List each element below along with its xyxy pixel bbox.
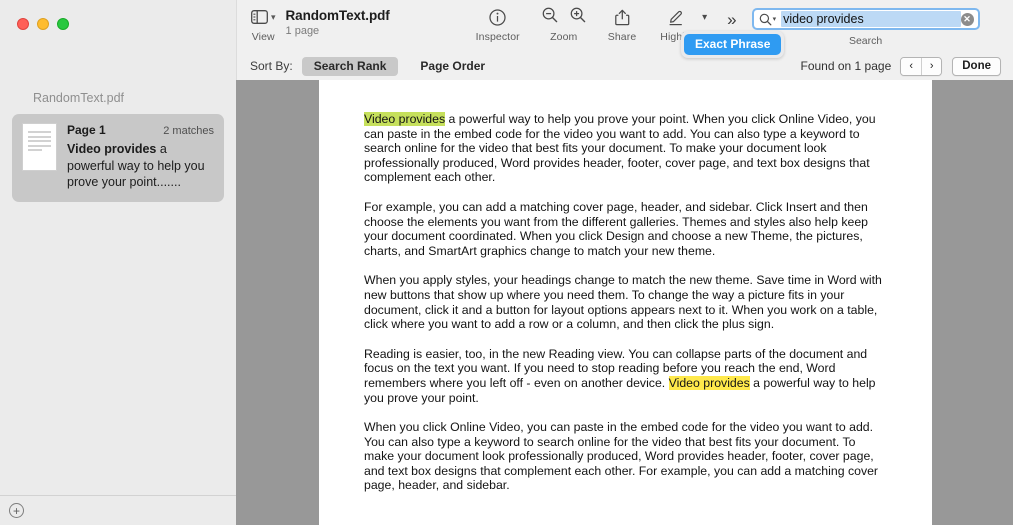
page-count: 1 page [285, 25, 320, 37]
result-snippet: Video provides a powerful way to help yo… [67, 141, 214, 191]
sidebar-icon: ▾ [251, 7, 276, 27]
window-toolbar: ▾ View RandomText.pdf 1 page Inspector Z… [0, 0, 1013, 58]
toolbar-items: ▾ View RandomText.pdf 1 page Inspector Z… [236, 0, 1013, 52]
magnifier-plus-icon[interactable] [570, 7, 586, 28]
sort-by-label: Sort By: [250, 59, 293, 73]
result-page-label: Page 1 [67, 123, 106, 137]
view-label: View [251, 31, 275, 43]
share-box-arrow-up-icon [614, 7, 630, 27]
magnifier-minus-icon[interactable] [542, 7, 558, 28]
document-paragraph: When you click Online Video, you can pas… [364, 420, 888, 493]
plus-circle-icon[interactable]: + [9, 503, 24, 518]
search-query-text: video provides [781, 11, 961, 27]
preview-window: ▾ View RandomText.pdf 1 page Inspector Z… [0, 0, 1013, 525]
magnifier-with-chevron-icon[interactable]: ▾ [759, 13, 776, 26]
previous-match-button[interactable]: ‹ [901, 57, 922, 75]
page-thumbnail-icon [22, 123, 57, 171]
highlight-chevron-down-icon[interactable]: ▾ [702, 0, 707, 23]
zoom-label: Zoom [550, 31, 578, 43]
inspector-label: Inspector [475, 31, 520, 43]
search-area: ▾ video provides ✕ Search [751, 0, 980, 47]
view-button[interactable]: ▾ View [251, 0, 276, 43]
page-title: RandomText.pdf [285, 8, 390, 23]
clear-circle-icon[interactable]: ✕ [960, 12, 974, 26]
result-snippet-bold: Video provides [67, 142, 157, 156]
sort-option-page-order[interactable]: Page Order [408, 57, 497, 76]
share-button[interactable]: Share [608, 0, 637, 43]
paragraph-text: When you apply styles, your headings cha… [364, 273, 882, 332]
paragraph-text: When you click Online Video, you can pas… [364, 420, 879, 493]
pdf-page-text: Video provides a powerful way to help yo… [319, 80, 932, 493]
document-paragraph: When you apply styles, your headings cha… [364, 273, 888, 331]
zoom-controls[interactable]: Zoom [542, 0, 586, 43]
search-match-highlight-active: Video provides [364, 112, 446, 126]
minimize-button[interactable] [37, 18, 49, 30]
close-button[interactable] [17, 18, 29, 30]
document-paragraph: Reading is easier, too, in the new Readi… [364, 347, 888, 405]
found-count-label: Found on 1 page [800, 59, 892, 73]
pdf-canvas[interactable]: Video provides a powerful way to help yo… [236, 80, 1013, 525]
sort-option-search-rank[interactable]: Search Rank [301, 56, 399, 76]
match-navigation: ‹ › [900, 56, 943, 76]
info-circle-icon [489, 7, 506, 27]
main-area: RandomText.pdf Page 1 2 matches Video pr… [0, 80, 1013, 525]
search-results-bar: Sort By: Search Rank Page Order Found on… [0, 52, 1013, 80]
double-chevron-right-icon[interactable]: » [727, 0, 737, 30]
inspector-button[interactable]: Inspector [476, 0, 520, 43]
exact-phrase-tooltip: Exact Phrase [681, 31, 785, 58]
pdf-page: Video provides a powerful way to help yo… [319, 80, 932, 525]
sidebar-document-name: RandomText.pdf [33, 91, 125, 105]
next-match-button[interactable]: › [921, 57, 942, 75]
search-input[interactable]: ▾ video provides ✕ [751, 8, 980, 30]
share-label: Share [607, 31, 637, 43]
result-match-count: 2 matches [163, 125, 214, 137]
marker-pen-icon [668, 7, 685, 27]
search-match-highlight: Video provides [668, 375, 750, 390]
search-result-item[interactable]: Page 1 2 matches Video provides a powerf… [12, 114, 224, 202]
paragraph-text: For example, you can add a matching cove… [364, 199, 869, 258]
window-controls [0, 0, 236, 52]
sidebar-footer: + [0, 495, 236, 525]
exact-phrase-label[interactable]: Exact Phrase [684, 34, 782, 55]
search-label: Search [848, 35, 883, 47]
document-title-block: RandomText.pdf 1 page [286, 0, 390, 37]
maximize-button[interactable] [57, 18, 69, 30]
document-paragraph: For example, you can add a matching cove… [364, 200, 888, 258]
done-button[interactable]: Done [952, 56, 1001, 76]
chevron-down-icon: ▾ [271, 11, 276, 22]
search-sidebar: RandomText.pdf Page 1 2 matches Video pr… [0, 80, 236, 525]
document-paragraph: Video provides a powerful way to help yo… [364, 112, 888, 185]
